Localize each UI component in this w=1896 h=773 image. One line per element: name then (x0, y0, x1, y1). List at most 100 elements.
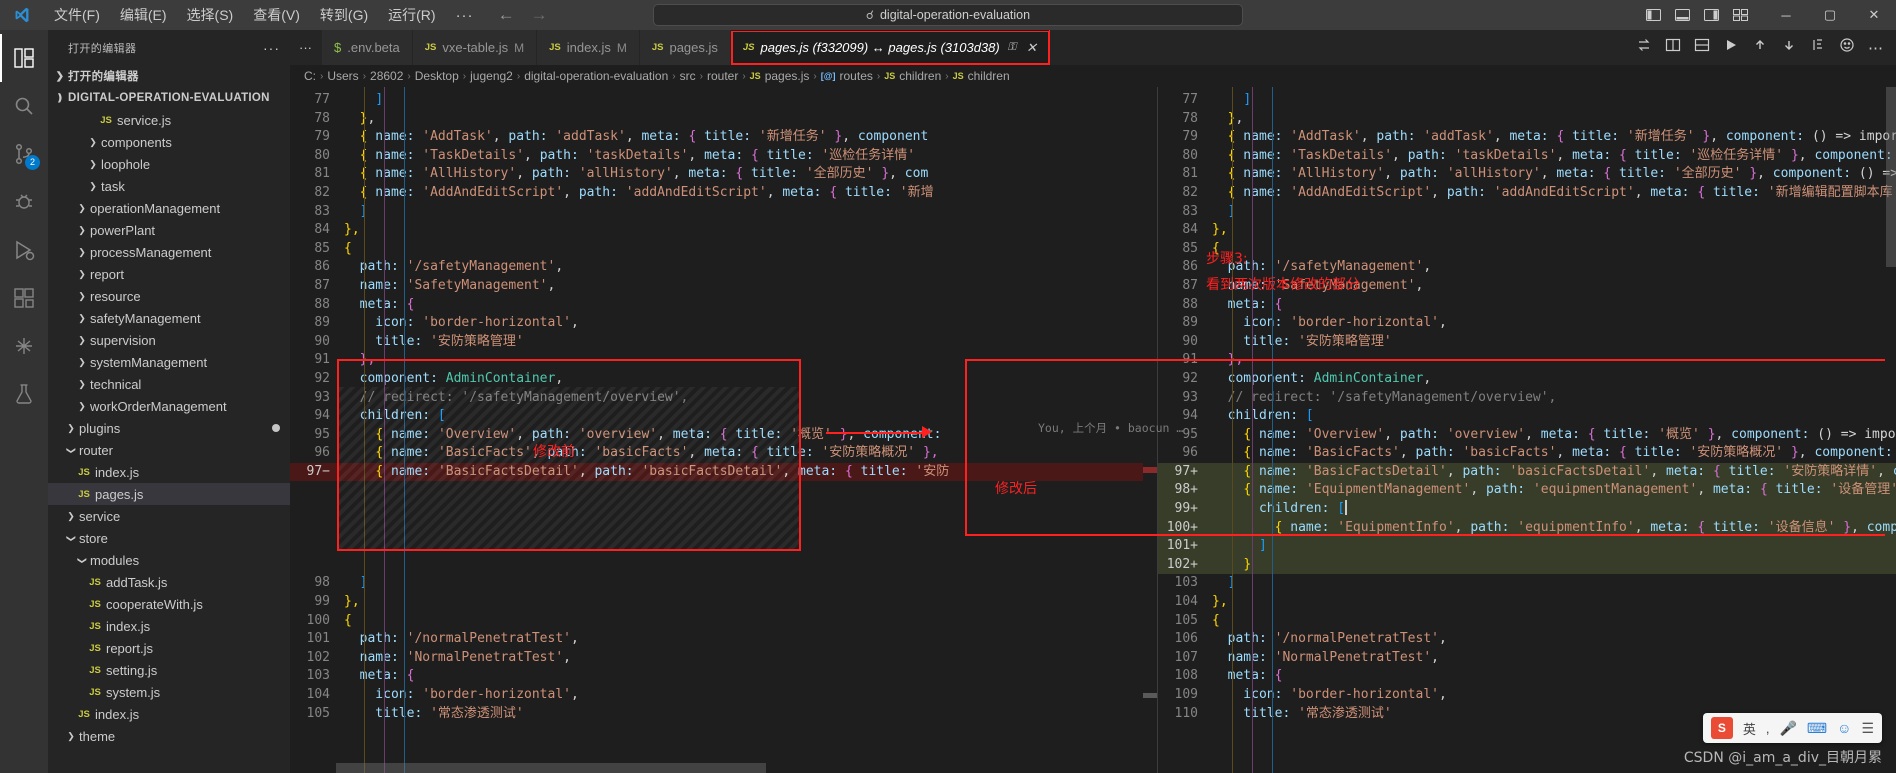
tree-folder-item[interactable]: ❯ service (48, 505, 290, 527)
menu-bar[interactable]: 文件(F) 编辑(E) 选择(S) 查看(V) 转到(G) 运行(R) ··· (44, 0, 484, 30)
code-line[interactable]: { name: 'Overview', path: 'overview', me… (1204, 426, 1896, 445)
code-line[interactable] (336, 500, 1157, 519)
code-line[interactable]: ] (1204, 91, 1896, 110)
code-line[interactable]: title: '常态渗透测试' (336, 705, 1157, 724)
swap-diff-icon[interactable] (1636, 37, 1652, 58)
toggle-primary-sidebar-icon[interactable] (1644, 7, 1663, 23)
code-line[interactable]: children: [ (1204, 500, 1896, 519)
ime-more-icon[interactable]: ☰ (1861, 720, 1874, 737)
tree-folder-item[interactable]: ❯ theme (48, 725, 290, 747)
code-line[interactable]: { name: 'Overview', path: 'overview', me… (336, 426, 1157, 445)
navigation-arrows[interactable]: ← → (498, 5, 548, 25)
tree-folder-item[interactable]: ❯ components (48, 131, 290, 153)
tree-file-item[interactable]: JS system.js (48, 681, 290, 703)
editor-tabs[interactable]: ··· $ .env.beta JS vxe-table.js M JS index.js M… (290, 30, 1896, 65)
tree-file-item[interactable]: JS report.js (48, 637, 290, 659)
activity-debug[interactable] (0, 178, 48, 226)
breadcrumb-symbol-item[interactable]: JS children (953, 69, 1010, 83)
minimize-button[interactable]: ─ (1764, 0, 1808, 30)
code-line[interactable]: path: '/normalPenetratTest', (1204, 630, 1896, 649)
code-line[interactable]: name: 'SafetyManagement', (336, 277, 1157, 296)
toggle-secondary-sidebar-icon[interactable] (1702, 7, 1721, 23)
tree-folder-item[interactable]: ❯ modules (48, 549, 290, 571)
tree-file-item[interactable]: JS index.js (48, 615, 290, 637)
activity-extensions[interactable] (0, 274, 48, 322)
tree-folder-item[interactable]: ❯ plugins (48, 417, 290, 439)
code-line[interactable]: { (336, 612, 1157, 631)
code-original[interactable]: ] }, { name: 'AddTask', path: 'addTask',… (336, 87, 1157, 773)
tree-folder-item[interactable]: ❯ store (48, 527, 290, 549)
sidebar-more-icon[interactable]: ··· (263, 40, 280, 56)
code-line[interactable]: icon: 'border-horizontal', (1204, 314, 1896, 333)
diff-pane-modified[interactable]: 77 78 79 80 81 82 83 84 85 86 87 88 89 90 91 92 93 94 95 96… (1158, 87, 1896, 773)
activity-explorer[interactable] (0, 34, 48, 82)
breadcrumb-symbol-item[interactable]: JS children (884, 69, 941, 83)
code-line[interactable]: children: [ (1204, 407, 1896, 426)
code-line[interactable]: } (1204, 555, 1896, 575)
editor-tab[interactable]: JS pages.js (f332099) ↔ pages.js (3103d38… (730, 30, 1051, 65)
code-line[interactable]: meta: { (336, 296, 1157, 315)
tree-folder-item[interactable]: ❯ router (48, 439, 290, 461)
code-line[interactable]: { name: 'AllHistory', path: 'allHistory'… (1204, 165, 1896, 184)
code-line[interactable]: { name: 'BasicFactsDetail', path: 'basic… (336, 462, 1157, 482)
code-line[interactable]: }, (1204, 110, 1896, 129)
code-line[interactable]: { name: 'AddAndEditScript', path: 'addAn… (336, 184, 1157, 203)
breadcrumb-symbol-item[interactable]: [@] routes (821, 69, 873, 83)
breadcrumb-path-item[interactable]: jugeng2 (470, 69, 513, 83)
menu-run[interactable]: 运行(R) (378, 0, 445, 30)
maximize-button[interactable]: ▢ (1808, 0, 1852, 30)
emoji-icon[interactable]: ☺ (1837, 720, 1851, 736)
code-line[interactable]: meta: { (336, 667, 1157, 686)
code-line[interactable]: children: [ (336, 407, 1157, 426)
menu-edit[interactable]: 编辑(E) (110, 0, 177, 30)
editor-actions[interactable]: ⋯ (1624, 30, 1896, 65)
code-line[interactable]: }, (1204, 221, 1896, 240)
feedback-smiley-icon[interactable] (1839, 37, 1855, 58)
code-line[interactable]: { name: 'BasicFacts', path: 'basicFacts'… (336, 444, 1157, 463)
code-line[interactable]: title: '安防策略管理' (1204, 333, 1896, 352)
tree-file-item[interactable]: JS setting.js (48, 659, 290, 681)
customize-layout-icon[interactable] (1731, 7, 1750, 23)
mic-icon[interactable]: 🎤 (1779, 720, 1796, 737)
window-buttons[interactable]: ─ ▢ ✕ (1764, 0, 1896, 30)
ime-punctuation-label[interactable]: , (1766, 721, 1770, 736)
menu-file[interactable]: 文件(F) (44, 0, 110, 30)
code-line[interactable]: }, (336, 110, 1157, 129)
more-actions-icon[interactable]: ⋯ (1868, 39, 1884, 57)
code-line[interactable]: ] (1204, 203, 1896, 222)
code-line[interactable] (336, 518, 1157, 538)
code-line[interactable]: meta: { (1204, 667, 1896, 686)
breadcrumb-path-item[interactable]: src (680, 69, 696, 83)
tree-folder-item[interactable]: ❯ supervision (48, 329, 290, 351)
code-line[interactable] (336, 555, 1157, 575)
menu-view[interactable]: 查看(V) (243, 0, 310, 30)
code-line[interactable]: { (1204, 612, 1896, 631)
breadcrumb-path-item[interactable]: C: (304, 69, 316, 83)
close-button[interactable]: ✕ (1852, 0, 1896, 30)
code-line[interactable]: }, (1204, 351, 1896, 370)
code-line[interactable]: name: 'NormalPenetratTest', (1204, 649, 1896, 668)
command-center[interactable]: ☌ digital-operation-evaluation (653, 4, 1243, 26)
code-line[interactable]: path: '/safetyManagement', (1204, 258, 1896, 277)
tree-file-item[interactable]: JS pages.js (48, 483, 290, 505)
code-line[interactable]: { name: 'TaskDetails', path: 'taskDetail… (1204, 147, 1896, 166)
code-line[interactable]: // redirect: '/safetyManagement/overview… (336, 389, 1157, 408)
activity-testing[interactable] (0, 370, 48, 418)
tree-folder-item[interactable]: ❯ workOrderManagement (48, 395, 290, 417)
code-line[interactable]: icon: 'border-horizontal', (336, 314, 1157, 333)
code-line[interactable]: icon: 'border-horizontal', (1204, 686, 1896, 705)
tree-file-item[interactable]: JS addTask.js (48, 571, 290, 593)
code-line[interactable]: component: AdminContainer, (336, 370, 1157, 389)
breadcrumb[interactable]: C: › Users › 28602 › Desktop › jugeng2 › digital-o… (290, 65, 1896, 87)
editor-tab[interactable]: JS vxe-table.js M (412, 30, 538, 65)
tree-folder-item[interactable]: ❯ technical (48, 373, 290, 395)
code-line[interactable]: { name: 'AddTask', path: 'addTask', meta… (1204, 128, 1896, 147)
go-back-icon[interactable]: ← (498, 5, 515, 25)
code-line[interactable]: { name: 'EquipmentManagement', path: 'eq… (1204, 481, 1896, 501)
tree-folder-item[interactable]: ❯ loophole (48, 153, 290, 175)
breadcrumb-path-item[interactable]: Desktop (415, 69, 459, 83)
tree-file-item[interactable]: JS service.js (48, 109, 290, 131)
tree-file-item[interactable]: JS index.js (48, 703, 290, 725)
pin-icon[interactable]: ⚿ (1008, 41, 1016, 54)
activity-source-control[interactable]: 2 (0, 130, 48, 178)
